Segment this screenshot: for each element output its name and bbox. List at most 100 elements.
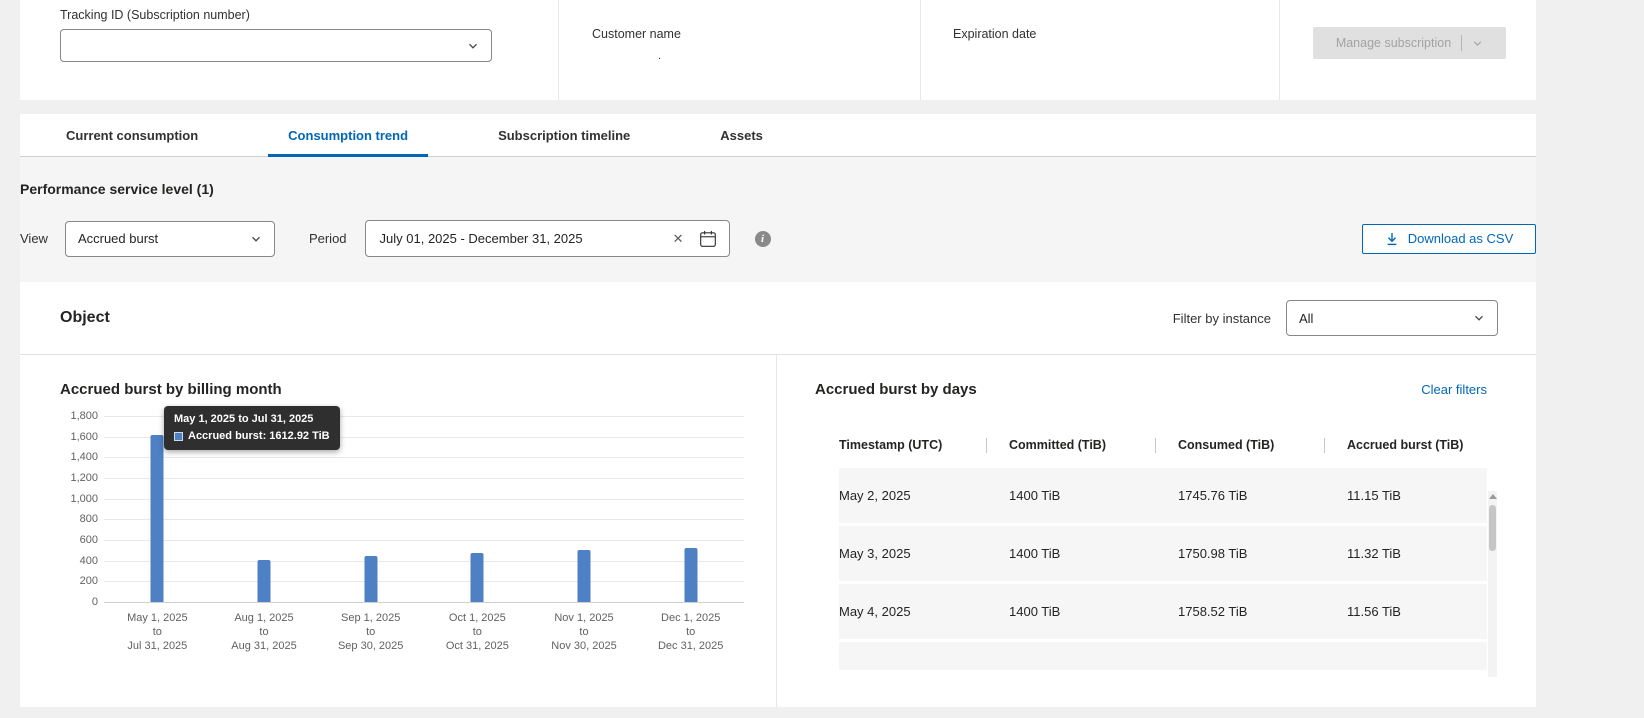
tracking-id-section: Tracking ID (Subscription number) [20,0,558,100]
chevron-down-icon[interactable] [1472,38,1483,49]
object-title: Object [60,309,110,327]
chart-bar[interactable] [364,556,377,603]
download-csv-button[interactable]: Download as CSV [1362,224,1536,254]
table-header-row: Timestamp (UTC)Committed (TiB)Consumed (… [839,438,1487,468]
column-header: Committed (TiB) [1009,438,1178,452]
subscription-header-panel: Tracking ID (Subscription number) Custom… [20,0,1536,100]
download-csv-label: Download as CSV [1408,231,1514,246]
scroll-up-icon[interactable] [1489,494,1497,499]
chart-bar[interactable] [471,553,484,602]
table-row: May 4, 20251400 TiB1758.52 TiB11.56 TiB [839,584,1487,639]
view-dropdown[interactable]: Accrued burst [65,221,275,257]
tab-consumption-trend[interactable]: Consumption trend [268,114,428,156]
table-row: May 2, 20251400 TiB1745.76 TiB11.15 TiB [839,468,1487,523]
table-cell-timestamp: May 3, 2025 [839,546,1009,561]
customer-name-label: Customer name [592,27,920,41]
table-row-partial [839,642,1487,670]
expiration-date-section: Expiration date [921,0,1279,100]
chart-gridline [104,561,744,562]
clear-period-icon[interactable]: ✕ [673,232,684,245]
clear-filters-link[interactable]: Clear filters [1421,382,1487,397]
period-field[interactable]: July 01, 2025 - December 31, 2025 ✕ [365,220,730,257]
instance-filter-dropdown[interactable]: All [1286,300,1498,336]
chart-gridline [104,519,744,520]
y-axis-label: 800 [54,513,98,525]
table-row: May 3, 20251400 TiB1750.98 TiB11.32 TiB [839,526,1487,581]
table-cell-committed: 1400 TiB [1009,488,1178,503]
chart-tooltip-value: Accrued burst: 1612.92 TiB [188,430,330,442]
chart-panel: Accrued burst by billing month May 1, 20… [20,355,777,707]
column-header: Consumed (TiB) [1178,438,1347,452]
object-card-header: Object Filter by instance All [20,282,1536,354]
days-table-panel: Accrued burst by days Clear filters Time… [777,355,1536,707]
y-axis-label: 1,000 [54,493,98,505]
x-axis-label: Nov 1, 2025toNov 30, 2025 [531,611,638,653]
chart-bar[interactable] [151,435,164,602]
column-header: Timestamp (UTC) [839,438,1009,452]
table-cell-consumed: 1745.76 TiB [1178,488,1347,503]
table-scrollbar[interactable] [1488,491,1497,677]
table-title: Accrued burst by days [815,381,977,398]
section-title: Performance service level (1) [20,157,1536,197]
y-axis-label: 200 [54,575,98,587]
download-icon [1385,232,1399,246]
performance-section: Performance service level (1) View Accru… [20,157,1536,707]
legend-swatch [174,432,183,441]
view-label: View [20,231,48,246]
chevron-down-icon [1473,312,1485,324]
table-cell-accrued: 11.56 TiB [1347,604,1487,619]
tracking-id-label: Tracking ID (Subscription number) [60,8,558,22]
chart-tooltip: May 1, 2025 to Jul 31, 2025 Accrued burs… [164,406,340,450]
table-cell-accrued: 11.32 TiB [1347,546,1487,561]
tab-current-consumption[interactable]: Current consumption [46,114,218,156]
filter-row: View Accrued burst Period July 01, 2025 … [20,220,1536,282]
chart-gridline [104,478,744,479]
chart-bar[interactable] [684,548,697,602]
chart-gridline [104,540,744,541]
x-axis: May 1, 2025toJul 31, 2025Aug 1, 2025toAu… [104,611,744,653]
info-icon[interactable]: i [755,231,771,247]
manage-section: Manage subscription [1280,0,1536,100]
y-axis-label: 1,600 [54,431,98,443]
tab-subscription-timeline[interactable]: Subscription timeline [478,114,650,156]
column-header: Accrued burst (TiB) [1347,438,1487,452]
y-axis-label: 0 [54,596,98,608]
table-cell-consumed: 1750.98 TiB [1178,546,1347,561]
period-label: Period [309,231,347,246]
table-body: May 2, 20251400 TiB1745.76 TiB11.15 TiBM… [839,468,1487,670]
chart-title: Accrued burst by billing month [60,381,776,398]
scrollbar-thumb[interactable] [1489,505,1496,551]
y-axis-label: 1,200 [54,472,98,484]
chart-gridline [104,602,744,603]
chart-plot-area: May 1, 2025 to Jul 31, 2025 Accrued burs… [104,416,744,602]
y-axis-label: 1,400 [54,451,98,463]
manage-subscription-button[interactable]: Manage subscription [1313,27,1506,59]
table-cell-committed: 1400 TiB [1009,546,1178,561]
chevron-down-icon[interactable] [467,40,479,52]
chart-gridline [104,457,744,458]
table-cell-committed: 1400 TiB [1009,604,1178,619]
x-axis-label: Dec 1, 2025toDec 31, 2025 [637,611,744,653]
customer-name-section: Customer name . [559,0,920,100]
expiration-date-label: Expiration date [953,27,1279,41]
page-content: Tracking ID (Subscription number) Custom… [20,0,1536,707]
y-axis-label: 600 [54,534,98,546]
button-separator [1461,35,1462,51]
tracking-id-combobox[interactable] [60,29,492,62]
object-card: Object Filter by instance All Accrued bu… [20,282,1536,707]
calendar-icon[interactable] [699,230,717,248]
chart-bar[interactable] [258,560,271,602]
days-table: Timestamp (UTC)Committed (TiB)Consumed (… [839,438,1487,670]
x-axis-label: Oct 1, 2025toOct 31, 2025 [424,611,531,653]
chevron-down-icon [250,233,262,245]
table-cell-consumed: 1758.52 TiB [1178,604,1347,619]
manage-subscription-label: Manage subscription [1336,36,1451,50]
chart-gridline [104,581,744,582]
x-axis-label: Aug 1, 2025toAug 31, 2025 [211,611,318,653]
object-card-body: Accrued burst by billing month May 1, 20… [20,355,1536,707]
chart-bar[interactable] [578,550,591,602]
x-axis-label: May 1, 2025toJul 31, 2025 [104,611,211,653]
tab-assets[interactable]: Assets [700,114,783,156]
table-cell-timestamp: May 4, 2025 [839,604,1009,619]
filter-by-instance-label: Filter by instance [1173,311,1271,326]
